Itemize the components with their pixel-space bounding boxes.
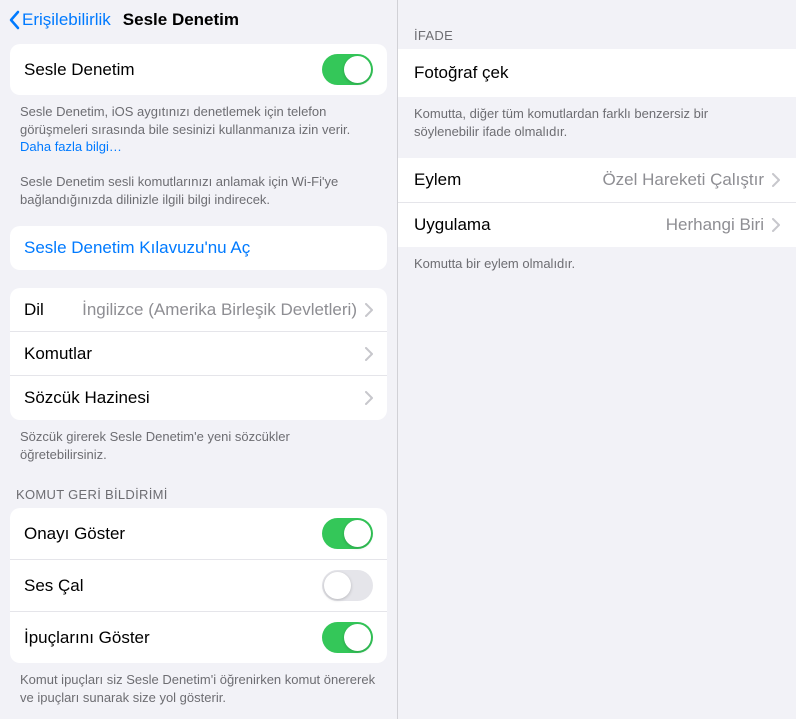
play-sound-toggle[interactable] [322, 570, 373, 601]
open-guide-button[interactable]: Sesle Denetim Kılavuzu'nu Aç [10, 226, 387, 270]
application-value: Herhangi Biri [666, 215, 764, 235]
right-command-detail-pane: İFADE Fotoğraf çek Komutta, diğer tüm ko… [398, 0, 796, 719]
footer-text-2: Sesle Denetim sesli komutlarınızı anlama… [20, 174, 338, 207]
chevron-right-icon [772, 173, 780, 187]
back-button[interactable]: Erişilebilirlik [8, 10, 111, 30]
show-confirmation-label: Onayı Göster [24, 524, 125, 544]
phrase-group: İFADE Fotoğraf çek Komutta, diğer tüm ko… [398, 6, 796, 140]
language-value: İngilizce (Amerika Birleşik Devletleri) [82, 300, 357, 320]
navbar: Erişilebilirlik Sesle Denetim [0, 0, 397, 38]
back-label: Erişilebilirlik [22, 10, 111, 30]
action-footer: Komutta bir eylem olmalıdır. [398, 247, 796, 273]
voice-control-toggle-row[interactable]: Sesle Denetim [10, 44, 387, 95]
commands-label: Komutlar [24, 344, 92, 364]
feedback-footer: Komut ipuçları siz Sesle Denetim'i öğren… [0, 663, 397, 706]
action-label: Eylem [414, 170, 461, 190]
chevron-right-icon [365, 391, 373, 405]
feedback-header: KOMUT GERİ BİLDİRİMİ [0, 481, 397, 508]
voice-control-label: Sesle Denetim [24, 60, 135, 80]
application-row[interactable]: Uygulama Herhangi Biri [398, 203, 796, 247]
play-sound-row[interactable]: Ses Çal [10, 560, 387, 612]
show-confirmation-row[interactable]: Onayı Göster [10, 508, 387, 560]
left-settings-pane: Erişilebilirlik Sesle Denetim Sesle Dene… [0, 0, 398, 719]
learn-more-link[interactable]: Daha fazla bilgi… [20, 139, 122, 154]
show-hints-row[interactable]: İpuçlarını Göster [10, 612, 387, 663]
feedback-group: KOMUT GERİ BİLDİRİMİ Onayı Göster Ses Ça… [0, 481, 397, 706]
voice-control-footer: Sesle Denetim, iOS aygıtınızı denetlemek… [0, 95, 397, 208]
commands-group: Dil İngilizce (Amerika Birleşik Devletle… [0, 288, 397, 463]
show-hints-label: İpuçlarını Göster [24, 628, 150, 648]
language-row[interactable]: Dil İngilizce (Amerika Birleşik Devletle… [10, 288, 387, 332]
action-row[interactable]: Eylem Özel Hareketi Çalıştır [398, 158, 796, 203]
play-sound-label: Ses Çal [24, 576, 84, 596]
phrase-header: İFADE [398, 6, 796, 49]
chevron-right-icon [365, 303, 373, 317]
show-hints-toggle[interactable] [322, 622, 373, 653]
application-label: Uygulama [414, 215, 491, 235]
vocabulary-footer: Sözcük girerek Sesle Denetim'e yeni sözc… [0, 420, 397, 463]
voice-control-toggle-group: Sesle Denetim Sesle Denetim, iOS aygıtın… [0, 44, 397, 208]
page-title: Sesle Denetim [123, 10, 239, 30]
action-group: Eylem Özel Hareketi Çalıştır Uygulama He… [398, 158, 796, 273]
footer-text-1: Sesle Denetim, iOS aygıtınızı denetlemek… [20, 104, 350, 137]
show-confirmation-toggle[interactable] [322, 518, 373, 549]
action-value: Özel Hareketi Çalıştır [602, 170, 764, 190]
commands-row[interactable]: Komutlar [10, 332, 387, 376]
vocabulary-label: Sözcük Hazinesi [24, 388, 150, 408]
phrase-value: Fotoğraf çek [414, 63, 509, 83]
voice-control-toggle[interactable] [322, 54, 373, 85]
phrase-input-row[interactable]: Fotoğraf çek [398, 49, 796, 97]
chevron-left-icon [8, 10, 20, 30]
open-guide-label: Sesle Denetim Kılavuzu'nu Aç [24, 238, 250, 258]
language-label: Dil [24, 300, 44, 320]
phrase-footer: Komutta, diğer tüm komutlardan farklı be… [398, 97, 796, 140]
chevron-right-icon [365, 347, 373, 361]
vocabulary-row[interactable]: Sözcük Hazinesi [10, 376, 387, 420]
guide-group: Sesle Denetim Kılavuzu'nu Aç [0, 226, 397, 270]
chevron-right-icon [772, 218, 780, 232]
